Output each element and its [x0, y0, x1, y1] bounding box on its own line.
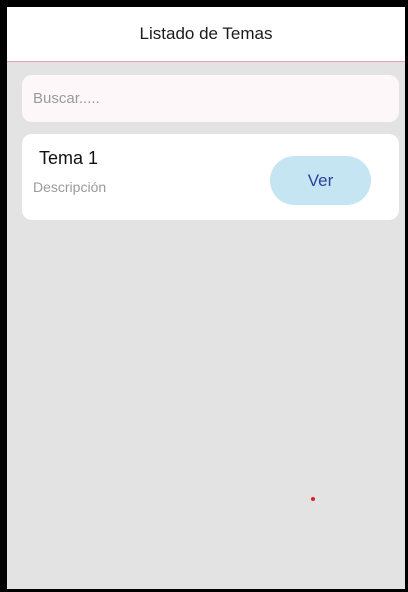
- indicator-dot: [311, 497, 315, 501]
- search-input[interactable]: [33, 90, 399, 107]
- topic-description: Descripción: [33, 179, 107, 195]
- app-header: Listado de Temas: [7, 7, 405, 62]
- topic-card: Tema 1 Descripción Ver: [22, 134, 399, 220]
- view-topic-button[interactable]: Ver: [270, 156, 371, 205]
- app-screen: Listado de Temas Tema 1 Descripción Ver: [7, 7, 405, 589]
- topic-title: Tema 1: [39, 148, 99, 168]
- page-title: Listado de Temas: [139, 24, 273, 43]
- search-bar[interactable]: [22, 75, 399, 122]
